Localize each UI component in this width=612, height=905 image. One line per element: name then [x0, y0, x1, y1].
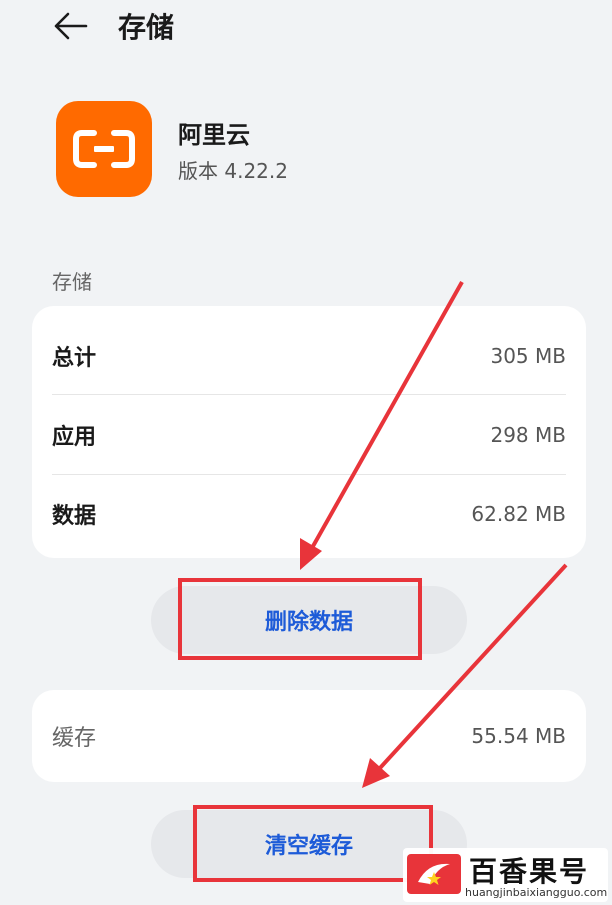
storage-section-label: 存储: [52, 270, 92, 294]
app-name: 阿里云: [178, 121, 250, 149]
storage-row-app: 应用 298 MB: [52, 395, 566, 475]
row-label: 总计: [52, 346, 97, 371]
aliyun-logo-icon: [56, 101, 152, 197]
app-version: 版本 4.22.2: [178, 159, 288, 183]
storage-row-data: 数据 62.82 MB: [52, 474, 566, 554]
back-button[interactable]: [50, 6, 90, 46]
cache-row: 缓存 55.54 MB: [52, 696, 566, 776]
app-info: 阿里云 版本 4.22.2: [56, 101, 576, 197]
cache-card: 缓存 55.54 MB: [32, 690, 586, 782]
row-value: 62.82 MB: [471, 502, 566, 526]
storage-row-total: 总计 305 MB: [52, 316, 566, 396]
row-value: 305 MB: [490, 344, 566, 368]
arrow-left-icon: [54, 12, 88, 40]
row-label: 应用: [52, 425, 97, 450]
passion-fruit-logo-icon: [407, 854, 461, 894]
cache-label: 缓存: [52, 726, 97, 751]
highlight-box-delete: [178, 578, 422, 660]
row-value: 298 MB: [490, 423, 566, 447]
cache-value: 55.54 MB: [471, 724, 566, 748]
highlight-box-clear: [193, 805, 433, 882]
page-title: 存储: [118, 11, 175, 44]
storage-card: 总计 305 MB 应用 298 MB 数据 62.82 MB: [32, 306, 586, 558]
row-label: 数据: [52, 504, 97, 529]
watermark-url: huangjinbaixiangguo.com: [465, 886, 608, 899]
watermark-title: 百香果号: [469, 855, 590, 888]
watermark: 百香果号 huangjinbaixiangguo.com: [403, 848, 608, 902]
header: 存储: [0, 0, 612, 56]
